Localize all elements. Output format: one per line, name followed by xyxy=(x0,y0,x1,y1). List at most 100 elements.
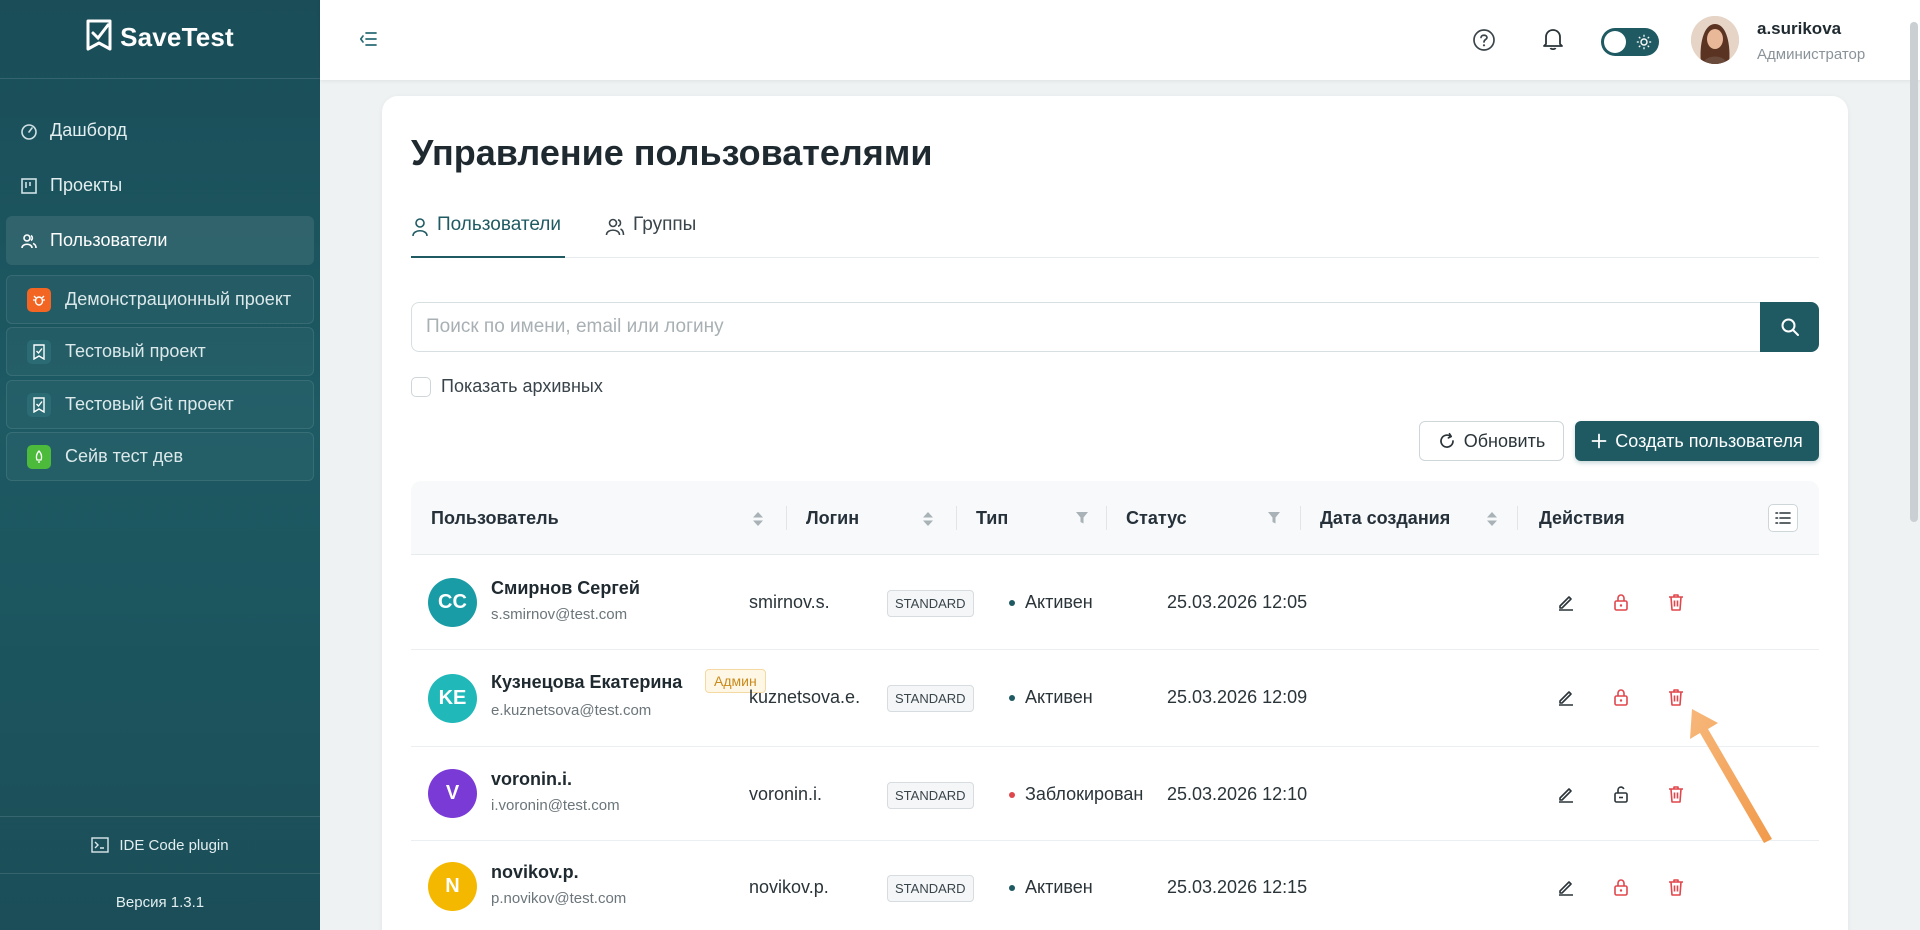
terminal-icon xyxy=(91,837,110,853)
sidebar-collapse-icon[interactable] xyxy=(360,30,378,48)
edit-icon[interactable] xyxy=(1556,592,1576,612)
tab-users[interactable]: Пользователи xyxy=(411,210,565,258)
user-created-date: 25.03.2026 12:10 xyxy=(1167,784,1308,804)
user-type-tag: STANDARD xyxy=(887,875,974,902)
sidebar-item-users[interactable]: Пользователи xyxy=(6,216,314,265)
user-avatar-initials: CC xyxy=(428,578,477,627)
user-type-tag: STANDARD xyxy=(887,590,974,617)
user-email: s.smirnov@test.com xyxy=(491,606,628,623)
lock-icon[interactable] xyxy=(1611,592,1631,612)
sidebar-item-projects[interactable]: Проекты xyxy=(6,161,314,210)
edit-icon[interactable] xyxy=(1556,877,1576,897)
version-label: Версия 1.3.1 xyxy=(115,894,205,911)
show-archived-checkbox[interactable] xyxy=(411,376,431,397)
brand-name: SaveTest xyxy=(120,21,234,52)
refresh-icon xyxy=(1439,432,1454,448)
rocket-icon xyxy=(27,444,51,469)
user-name: voronin.i. xyxy=(491,769,572,789)
user-name: novikov.p. xyxy=(491,862,579,882)
sidebar-project-demo[interactable]: Демонстрационный проект xyxy=(6,275,314,324)
sort-icon[interactable] xyxy=(1486,511,1498,527)
dashboard-icon xyxy=(21,123,37,140)
delete-icon[interactable] xyxy=(1666,877,1686,897)
ide-plugin-label: IDE Code plugin xyxy=(119,836,229,854)
user-avatar-initials: V xyxy=(428,769,477,818)
bell-icon[interactable] xyxy=(1542,27,1564,51)
users-icon xyxy=(21,233,37,248)
status-text: Активен xyxy=(1025,592,1093,612)
tab-groups[interactable]: Группы xyxy=(605,210,696,258)
user-email: e.kuznetsova@test.com xyxy=(491,702,652,719)
col-user[interactable]: Пользователь xyxy=(431,481,559,555)
sidebar-project-git[interactable]: Тестовый Git проект xyxy=(6,380,314,429)
status-dot xyxy=(1009,599,1015,606)
page-title: Управление пользователями xyxy=(411,132,933,173)
filter-icon[interactable] xyxy=(1267,511,1281,525)
col-created[interactable]: Дата создания xyxy=(1320,481,1450,555)
filter-icon[interactable] xyxy=(1075,511,1089,525)
delete-icon[interactable] xyxy=(1666,687,1686,707)
tabs: Пользователи Группы xyxy=(411,210,1819,258)
delete-icon[interactable] xyxy=(1666,592,1686,612)
user-created-date: 25.03.2026 12:15 xyxy=(1167,877,1308,897)
brand[interactable]: SaveTest xyxy=(0,0,320,79)
user-type-tag: STANDARD xyxy=(887,685,974,712)
refresh-button[interactable]: Обновить xyxy=(1419,421,1564,461)
sidebar-project-label: Сейв тест дев xyxy=(65,446,184,466)
col-type[interactable]: Тип xyxy=(976,481,1008,555)
column-separator xyxy=(1300,506,1301,530)
sidebar-item-label: Дашборд xyxy=(50,120,128,140)
page-scrollbar[interactable] xyxy=(1910,22,1918,522)
search-input[interactable] xyxy=(411,302,1760,352)
col-status[interactable]: Статус xyxy=(1126,481,1187,555)
sidebar-project-dev[interactable]: Сейв тест дев xyxy=(6,432,314,481)
create-user-button[interactable]: Создать пользователя xyxy=(1575,421,1819,461)
sidebar-item-dashboard[interactable]: Дашборд xyxy=(6,106,314,155)
sort-icon[interactable] xyxy=(752,511,764,527)
help-icon[interactable] xyxy=(1472,28,1496,52)
group-icon xyxy=(605,218,625,236)
refresh-label: Обновить xyxy=(1463,430,1546,451)
user-email: p.novikov@test.com xyxy=(491,890,627,907)
search-bar xyxy=(411,302,1819,352)
list-settings-icon xyxy=(1775,512,1791,524)
user-status: Активен xyxy=(1009,687,1093,708)
projects-icon xyxy=(21,177,37,194)
status-text: Активен xyxy=(1025,877,1093,897)
show-archived-toggle[interactable]: Показать архивных xyxy=(411,376,603,397)
col-actions: Действия xyxy=(1539,507,1625,528)
sidebar-project-label: Демонстрационный проект xyxy=(65,289,292,309)
table-row[interactable]: N novikov.p. p.novikov@test.com novikov.… xyxy=(411,841,1819,930)
lock-icon[interactable] xyxy=(1611,877,1631,897)
user-login: kuznetsova.e. xyxy=(749,687,861,707)
search-button[interactable] xyxy=(1760,302,1819,352)
header-user-name[interactable]: a.surikova xyxy=(1757,19,1841,39)
user-status: Заблокирован xyxy=(1009,784,1143,805)
unlock-icon[interactable] xyxy=(1611,784,1631,804)
column-settings-button[interactable] xyxy=(1768,504,1798,532)
theme-toggle[interactable] xyxy=(1601,28,1659,56)
table-row[interactable]: V voronin.i. i.voronin@test.com voronin.… xyxy=(411,747,1819,841)
sort-icon[interactable] xyxy=(922,511,934,527)
sidebar-project-test[interactable]: Тестовый проект xyxy=(6,327,314,376)
col-login[interactable]: Логин xyxy=(806,481,859,555)
user-login: novikov.p. xyxy=(749,877,829,897)
user-created-date: 25.03.2026 12:09 xyxy=(1167,687,1308,707)
ide-plugin-link[interactable]: IDE Code plugin xyxy=(0,817,320,874)
edit-icon[interactable] xyxy=(1556,687,1576,707)
lock-icon[interactable] xyxy=(1611,687,1631,707)
user-type-tag: STANDARD xyxy=(887,782,974,809)
user-avatar[interactable] xyxy=(1691,16,1739,64)
checklist-icon xyxy=(27,392,51,417)
table-row[interactable]: KE Кузнецова Екатерина Админ e.kuznetsov… xyxy=(411,650,1819,747)
user-avatar-initials: KE xyxy=(428,674,477,723)
user-name: Смирнов Сергей xyxy=(491,578,640,598)
show-archived-label: Показать архивных xyxy=(441,376,603,396)
sidebar: SaveTest Дашборд Проекты Пользователи Де… xyxy=(0,0,320,930)
user-status: Активен xyxy=(1009,592,1093,613)
user-name: Кузнецова Екатерина xyxy=(491,672,683,692)
sidebar-item-label: Пользователи xyxy=(50,230,168,250)
edit-icon[interactable] xyxy=(1556,784,1576,804)
bug-icon xyxy=(27,287,51,312)
table-row[interactable]: CC Смирнов Сергей s.smirnov@test.com smi… xyxy=(411,555,1819,650)
